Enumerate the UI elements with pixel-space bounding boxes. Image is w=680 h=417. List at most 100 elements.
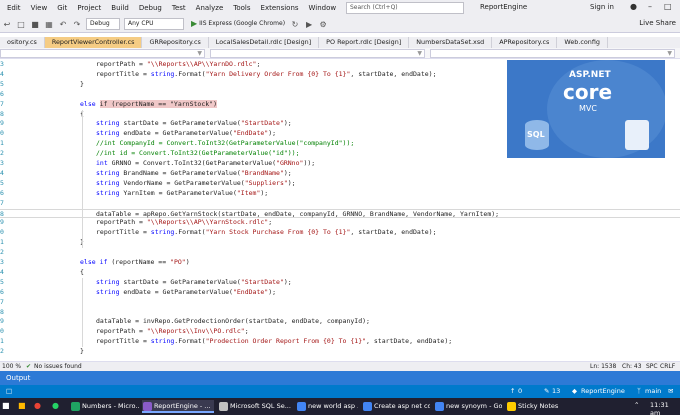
refresh-icon[interactable]: ↻ bbox=[290, 19, 300, 29]
system-tray-icon[interactable]: ⌃ bbox=[634, 401, 639, 409]
save-all-icon[interactable]: ▦ bbox=[44, 19, 54, 29]
tab-2[interactable]: GRRepository.cs bbox=[142, 37, 209, 48]
code-text: string endDate = GetParameterValue("EndD… bbox=[96, 129, 277, 138]
line-number-gutter: 7 bbox=[0, 297, 4, 306]
new-file-icon[interactable]: □ bbox=[16, 19, 26, 29]
taskbar-app[interactable]: Numbers - Micro... bbox=[70, 400, 140, 413]
run-label: IIS Express (Google Chrome) bbox=[199, 20, 286, 27]
code-line[interactable]: 9 dataTable = invRepo.GetProdectionOrder(… bbox=[0, 317, 680, 327]
code-line[interactable]: 3 else if (reportName == "PO") bbox=[0, 258, 680, 268]
taskbar-app[interactable]: Sticky Notes bbox=[506, 400, 558, 413]
code-text: reportPath = "\\Reports\\AP\\YarnDO.rdlc… bbox=[96, 60, 261, 68]
code-text: reportTitle = string.Format("Yarn Delive… bbox=[96, 69, 437, 78]
code-line[interactable]: 5 string startDate = GetParameterValue("S… bbox=[0, 278, 680, 288]
platform-select[interactable]: Any CPU bbox=[124, 18, 184, 30]
code-line[interactable]: 2} bbox=[0, 347, 680, 357]
maximize-icon[interactable]: □ bbox=[664, 2, 672, 11]
code-line[interactable]: 7 bbox=[0, 298, 680, 308]
code-line[interactable]: 4 string BrandName = GetParameterValue("B… bbox=[0, 169, 680, 179]
minimize-icon[interactable]: – bbox=[648, 2, 652, 11]
tab-3[interactable]: LocalSalesDetail.rdlc [Design] bbox=[209, 37, 320, 48]
debug-icon[interactable]: ▶ bbox=[304, 19, 314, 29]
signin-link[interactable]: Sign in bbox=[590, 3, 614, 11]
code-text: string startDate = GetParameterValue("St… bbox=[96, 119, 292, 128]
code-line[interactable]: 9 reportPath = "\\Reports\\AP\\YarnStock.… bbox=[0, 218, 680, 228]
status-bar: □ ↑ 0 ✎ 13 ◆ ReportEngine ᛉ main ✉ bbox=[0, 385, 680, 398]
menu-item-edit[interactable]: Edit bbox=[2, 4, 26, 12]
menu-bar: Edit View Git Project Build Debug Test Analyze T… bbox=[0, 0, 680, 16]
code-text: string BrandName = GetParameterValue("Br… bbox=[96, 168, 292, 177]
code-line[interactable]: 7 bbox=[0, 199, 680, 209]
tab-0[interactable]: ository.cs bbox=[0, 37, 45, 48]
config-select[interactable]: Debug bbox=[86, 18, 120, 30]
app-icon bbox=[219, 402, 228, 411]
line-number-gutter: 5 bbox=[0, 79, 4, 88]
code-line[interactable]: 6 string endDate = GetParameterValue("End… bbox=[0, 288, 680, 298]
search-input[interactable]: Search (Ctrl+Q) bbox=[346, 2, 464, 14]
chrome-icon[interactable]: ● bbox=[34, 401, 41, 410]
code-line[interactable]: 8 dataTable = apRepo.GetYarnStock(startDa… bbox=[0, 208, 680, 219]
code-line[interactable]: 8 bbox=[0, 308, 680, 318]
code-line[interactable]: 1} bbox=[0, 238, 680, 248]
account-icon[interactable]: ● bbox=[630, 2, 637, 11]
taskbar-app[interactable]: ReportEngine - ... bbox=[142, 400, 214, 413]
menu-item-project[interactable]: Project bbox=[72, 4, 106, 12]
menu-item-build[interactable]: Build bbox=[106, 4, 134, 12]
indent-guide bbox=[82, 109, 83, 249]
solution-name: ReportEngine bbox=[480, 3, 528, 11]
tab-6[interactable]: APRepository.cs bbox=[492, 37, 558, 48]
menu-item-debug[interactable]: Debug bbox=[134, 4, 167, 12]
tab-4[interactable]: PO Report.rdlc [Design] bbox=[319, 37, 410, 48]
save-icon[interactable]: ■ bbox=[30, 19, 40, 29]
notifications-icon[interactable]: ✉ bbox=[668, 385, 673, 398]
member-dropdown[interactable]: ▼ bbox=[430, 49, 675, 58]
tab-1[interactable]: ReportViewerController.cs bbox=[44, 37, 143, 48]
line-number-gutter: 3 bbox=[0, 60, 4, 68]
code-text: } bbox=[80, 347, 84, 356]
code-line[interactable]: 0 reportPath = "\\Reports\\Inv\\PO.rdlc"; bbox=[0, 327, 680, 337]
code-line[interactable]: 4{ bbox=[0, 268, 680, 278]
menu-item-tools[interactable]: Tools bbox=[228, 4, 255, 12]
app-icon bbox=[297, 402, 306, 411]
code-line[interactable]: 6 string YarnItem = GetParameterValue("It… bbox=[0, 189, 680, 199]
back-icon[interactable]: ↩ bbox=[2, 19, 12, 29]
code-text: reportPath = "\\Reports\\AP\\YarnStock.r… bbox=[96, 218, 273, 227]
app-icon bbox=[143, 402, 152, 411]
redo-icon[interactable]: ↷ bbox=[72, 19, 82, 29]
taskbar-app[interactable]: new world asp .n... bbox=[296, 400, 358, 413]
code-text: { bbox=[80, 267, 84, 276]
code-line[interactable]: 5 string VendorName = GetParameterValue("… bbox=[0, 179, 680, 189]
whatsapp-icon[interactable]: ● bbox=[52, 401, 59, 410]
repo-name[interactable]: ReportEngine bbox=[581, 385, 625, 398]
taskbar-app[interactable]: Microsoft SQL Se... bbox=[218, 400, 292, 413]
git-errors-count[interactable]: 0 bbox=[518, 385, 522, 398]
run-button[interactable]: ▶ IIS Express (Google Chrome) bbox=[188, 18, 288, 30]
line-number-gutter: 8 bbox=[0, 307, 4, 316]
explorer-icon[interactable]: ■ bbox=[2, 401, 10, 410]
code-line[interactable]: 3 int GRNNO = Convert.ToInt32(GetParamete… bbox=[0, 159, 680, 169]
output-panel-tab[interactable]: Output bbox=[0, 371, 680, 385]
tab-5[interactable]: NumbersDataSet.xsd bbox=[409, 37, 493, 48]
live-share-button[interactable]: Live Share bbox=[639, 19, 676, 27]
tools-icon[interactable]: ⚙ bbox=[318, 19, 328, 29]
code-line[interactable]: 2 bbox=[0, 248, 680, 258]
branch-name[interactable]: main bbox=[645, 385, 661, 398]
code-line[interactable]: 1 reportTitle = string.Format("Prodection… bbox=[0, 337, 680, 347]
tab-7[interactable]: Web.config bbox=[557, 37, 608, 48]
code-line[interactable]: 0 reportTitle = string.Format("Yarn Stock… bbox=[0, 228, 680, 238]
folder-icon[interactable]: ■ bbox=[18, 401, 26, 410]
taskbar-app[interactable]: Create asp net co... bbox=[362, 400, 430, 413]
class-dropdown[interactable]: ▼ bbox=[210, 49, 425, 58]
menu-item-git[interactable]: Git bbox=[52, 4, 72, 12]
project-dropdown[interactable]: ▼ bbox=[0, 49, 205, 58]
taskbar-app[interactable]: new synoym - Go... bbox=[434, 400, 502, 413]
menu-item-view[interactable]: View bbox=[26, 4, 53, 12]
menu-item-extensions[interactable]: Extensions bbox=[256, 4, 304, 12]
menu-item-window[interactable]: Window bbox=[304, 4, 342, 12]
git-changes-count[interactable]: 13 bbox=[552, 385, 560, 398]
line-number-gutter: 3 bbox=[0, 258, 4, 266]
menu-item-analyze[interactable]: Analyze bbox=[191, 4, 229, 12]
undo-icon[interactable]: ↶ bbox=[58, 19, 68, 29]
menu-item-test[interactable]: Test bbox=[167, 4, 191, 12]
code-text: reportTitle = string.Format("Prodection … bbox=[96, 337, 453, 346]
